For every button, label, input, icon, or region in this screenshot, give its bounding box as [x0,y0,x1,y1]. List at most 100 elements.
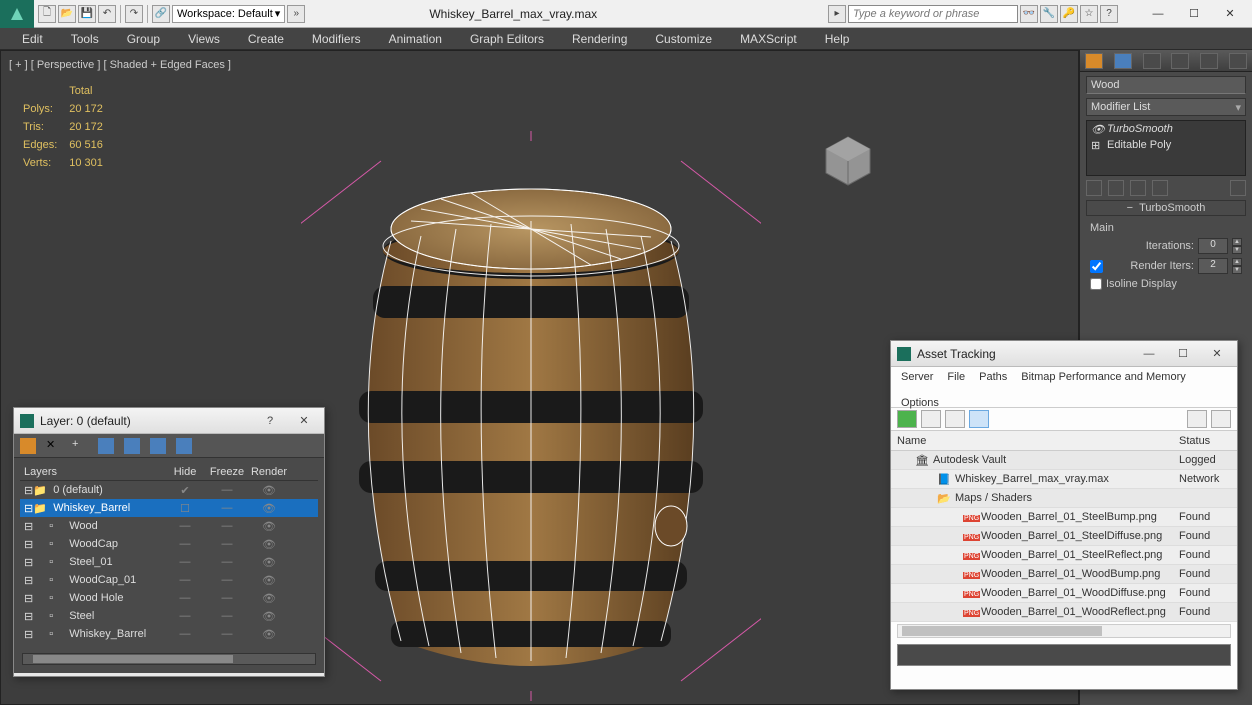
layer-row[interactable]: ⊟ ▫WoodCap_01——👁 [20,571,318,589]
modifier-list-dropdown[interactable]: Modifier List [1086,98,1246,116]
asset-help-icon[interactable] [1211,410,1231,428]
new-icon[interactable]: 🗋 [38,5,56,23]
search-prev-icon[interactable]: ▸ [828,5,846,23]
asset-menu-file[interactable]: File [947,371,965,383]
modify-tab-icon[interactable] [1114,53,1132,69]
make-unique-icon[interactable] [1130,180,1146,196]
delete-layer-icon[interactable]: ✕ [46,438,62,454]
search-go-icon[interactable]: 👓 [1020,5,1038,23]
asset-row[interactable]: 📘Whiskey_Barrel_max_vray.maxNetwork [891,470,1237,489]
asset-maximize-button[interactable]: ☐ [1169,345,1197,363]
save-icon[interactable]: 💾 [78,5,96,23]
asset-row[interactable]: 🏛Autodesk VaultLogged [891,451,1237,470]
menu-customize[interactable]: Customize [641,32,726,46]
menu-modifiers[interactable]: Modifiers [298,32,375,46]
menu-views[interactable]: Views [174,32,234,46]
key-icon[interactable]: 🔑 [1060,5,1078,23]
menu-tools[interactable]: Tools [57,32,113,46]
modifier-stack[interactable]: 👁TurboSmooth⊞Editable Poly [1086,120,1246,176]
layer-row[interactable]: ⊟ ▫WoodCap——👁 [20,535,318,553]
layer-help-button[interactable]: ? [256,412,284,430]
asset-row[interactable]: 📂Maps / Shaders [891,489,1237,508]
hide-column-header[interactable]: Hide [164,466,206,478]
iterations-spin-buttons[interactable]: ▲▼ [1232,238,1242,254]
freeze-column-header[interactable]: Freeze [206,466,248,478]
menu-rendering[interactable]: Rendering [558,32,641,46]
asset-settings-icon[interactable] [1187,410,1207,428]
layers-column-header[interactable]: Layers [24,466,164,478]
isoline-checkbox[interactable] [1090,278,1102,290]
expand-icon[interactable]: » [287,5,305,23]
freeze-layer-icon[interactable] [176,438,192,454]
asset-row[interactable]: PNGWooden_Barrel_01_SteelReflect.pngFoun… [891,546,1237,565]
asset-minimize-button[interactable]: — [1135,345,1163,363]
new-layer-icon[interactable] [20,438,36,454]
highlight-layer-icon[interactable] [124,438,140,454]
display-tab-icon[interactable] [1200,53,1218,69]
rollout-header[interactable]: −TurboSmooth [1086,200,1246,216]
asset-status-column[interactable]: Status [1179,435,1231,447]
asset-refresh-icon[interactable] [897,410,917,428]
asset-menu-bitmap-performance-and-memory[interactable]: Bitmap Performance and Memory [1021,371,1185,383]
asset-menu-server[interactable]: Server [901,371,933,383]
modifier-row[interactable]: ⊞Editable Poly [1087,137,1245,153]
maximize-button[interactable]: ☐ [1176,3,1212,25]
close-button[interactable]: ✕ [1212,3,1248,25]
layer-close-button[interactable]: ✕ [290,412,318,430]
help-icon[interactable]: ? [1100,5,1118,23]
menu-animation[interactable]: Animation [375,32,456,46]
asset-row[interactable]: PNGWooden_Barrel_01_WoodBump.pngFound [891,565,1237,584]
asset-scrollbar[interactable] [897,624,1231,638]
asset-view3-icon[interactable] [969,410,989,428]
asset-menu-paths[interactable]: Paths [979,371,1007,383]
asset-list[interactable]: 🏛Autodesk VaultLogged📘Whiskey_Barrel_max… [891,451,1237,622]
layer-list[interactable]: ⊟ 📁0 (default)✔—👁⊟ 📁Whiskey_Barrel☐—👁⊟ ▫… [20,481,318,651]
asset-name-column[interactable]: Name [897,435,1179,447]
render-iters-checkbox[interactable] [1090,260,1103,273]
layer-scrollbar[interactable] [22,653,316,665]
render-column-header[interactable]: Render [248,466,290,478]
open-icon[interactable]: 📂 [58,5,76,23]
asset-view1-icon[interactable] [921,410,941,428]
menu-edit[interactable]: Edit [8,32,57,46]
asset-row[interactable]: PNGWooden_Barrel_01_SteelDiffuse.pngFoun… [891,527,1237,546]
create-tab-icon[interactable] [1085,53,1103,69]
undo-icon[interactable]: ↶ [98,5,116,23]
asset-row[interactable]: PNGWooden_Barrel_01_SteelBump.pngFound [891,508,1237,527]
minimize-button[interactable]: — [1140,3,1176,25]
modifier-row[interactable]: 👁TurboSmooth [1087,121,1245,137]
layer-row[interactable]: ⊟ ▫Steel_01——👁 [20,553,318,571]
layer-row[interactable]: ⊟ ▫Wood Hole——👁 [20,589,318,607]
asset-row[interactable]: PNGWooden_Barrel_01_WoodReflect.pngFound [891,603,1237,622]
viewport-label[interactable]: [ + ] [ Perspective ] [ Shaded + Edged F… [9,59,231,71]
search-input[interactable]: Type a keyword or phrase [848,5,1018,23]
redo-icon[interactable]: ↷ [125,5,143,23]
render-iters-spinner[interactable]: 2 [1198,258,1228,274]
pin-stack-icon[interactable] [1086,180,1102,196]
asset-row[interactable]: PNGWooden_Barrel_01_WoodDiffuse.pngFound [891,584,1237,603]
hide-layer-icon[interactable] [150,438,166,454]
add-to-layer-icon[interactable]: + [72,438,88,454]
utilities-tab-icon[interactable] [1229,53,1247,69]
hierarchy-tab-icon[interactable] [1143,53,1161,69]
menu-create[interactable]: Create [234,32,298,46]
asset-close-button[interactable]: ✕ [1203,345,1231,363]
view-cube[interactable] [818,131,878,191]
asset-view2-icon[interactable] [945,410,965,428]
app-logo-icon[interactable] [0,0,34,28]
layer-row[interactable]: ⊟ 📁Whiskey_Barrel☐—👁 [20,499,318,517]
menu-help[interactable]: Help [811,32,864,46]
workspace-selector[interactable]: Workspace: Default▾ [172,5,285,23]
menu-graph-editors[interactable]: Graph Editors [456,32,558,46]
layer-row[interactable]: ⊟ ▫Wood——👁 [20,517,318,535]
iterations-spinner[interactable]: 0 [1198,238,1228,254]
render-iters-spin-buttons[interactable]: ▲▼ [1232,258,1242,274]
object-name-field[interactable]: Wood [1086,76,1246,94]
menu-maxscript[interactable]: MAXScript [726,32,811,46]
configure-icon[interactable] [1230,180,1246,196]
motion-tab-icon[interactable] [1171,53,1189,69]
asset-menu-options[interactable]: Options [901,397,939,409]
layer-row[interactable]: ⊟ ▫Whiskey_Barrel——👁 [20,625,318,643]
layer-row[interactable]: ⊟ 📁0 (default)✔—👁 [20,481,318,499]
wrench-icon[interactable]: 🔧 [1040,5,1058,23]
